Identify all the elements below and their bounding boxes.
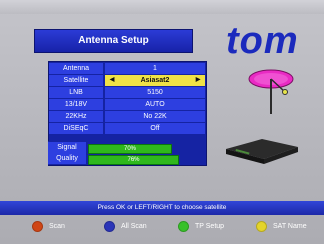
- setting-value[interactable]: No 22K: [105, 111, 205, 122]
- row-diseqc[interactable]: DiSEqC Off: [49, 123, 206, 135]
- red-key-icon: [32, 220, 43, 232]
- legend-label: TP Setup: [195, 222, 225, 230]
- satellite-dish-icon: [248, 69, 294, 114]
- all-scan-button[interactable]: All Scan: [104, 218, 147, 234]
- row-lnb[interactable]: LNB 5150: [49, 87, 206, 99]
- set-top-box-icon: [226, 139, 298, 164]
- setting-value[interactable]: Off: [105, 123, 205, 134]
- row-satellite[interactable]: Satellite ◀ Asiasat2 ▶: [49, 75, 206, 87]
- setting-label: DiSEqC: [49, 123, 103, 134]
- left-arrow-icon[interactable]: ◀: [107, 75, 117, 86]
- legend-label: Scan: [49, 222, 65, 230]
- setting-label: 22KHz: [49, 111, 103, 122]
- sat-name-button[interactable]: SAT Name: [256, 218, 307, 234]
- setting-value[interactable]: 5150: [105, 87, 205, 98]
- legend-label: SAT Name: [273, 222, 307, 230]
- row-22khz[interactable]: 22KHz No 22K: [49, 111, 206, 123]
- footer-hint: Press OK or LEFT/RIGHT to choose satelli…: [0, 201, 324, 215]
- setting-value[interactable]: 1: [105, 63, 205, 74]
- quality-bar: 76%: [88, 155, 179, 165]
- screen: Antenna Setup tom Antenna 1 Satellite ◀ …: [0, 0, 324, 244]
- setting-label: LNB: [49, 87, 103, 98]
- scan-button[interactable]: Scan: [32, 218, 65, 234]
- setting-label: Antenna: [49, 63, 103, 74]
- row-antenna[interactable]: Antenna 1: [49, 63, 206, 75]
- setting-value[interactable]: AUTO: [105, 99, 205, 110]
- tp-setup-button[interactable]: TP Setup: [178, 218, 224, 234]
- quality-row: Quality 76%: [48, 153, 205, 165]
- brand-logo: tom: [226, 20, 299, 62]
- row-13-18v[interactable]: 13/18V AUTO: [49, 99, 206, 111]
- green-key-icon: [178, 220, 189, 232]
- satellite-selector[interactable]: ◀ Asiasat2 ▶: [105, 75, 205, 86]
- quality-label: Quality: [48, 153, 86, 164]
- setting-label: Satellite: [49, 75, 103, 86]
- signal-panel: Signal 70% Quality 76%: [48, 141, 205, 165]
- signal-label: Signal: [48, 142, 86, 153]
- page-title: Antenna Setup: [34, 29, 193, 53]
- setting-label: 13/18V: [49, 99, 103, 110]
- color-key-legend: Scan All Scan TP Setup SAT Name: [0, 218, 324, 234]
- yellow-key-icon: [256, 220, 267, 232]
- top-bar: [0, 0, 324, 14]
- legend-label: All Scan: [121, 222, 147, 230]
- blue-key-icon: [104, 220, 115, 232]
- setting-value: Asiasat2: [140, 77, 170, 84]
- right-arrow-icon[interactable]: ▶: [193, 75, 203, 86]
